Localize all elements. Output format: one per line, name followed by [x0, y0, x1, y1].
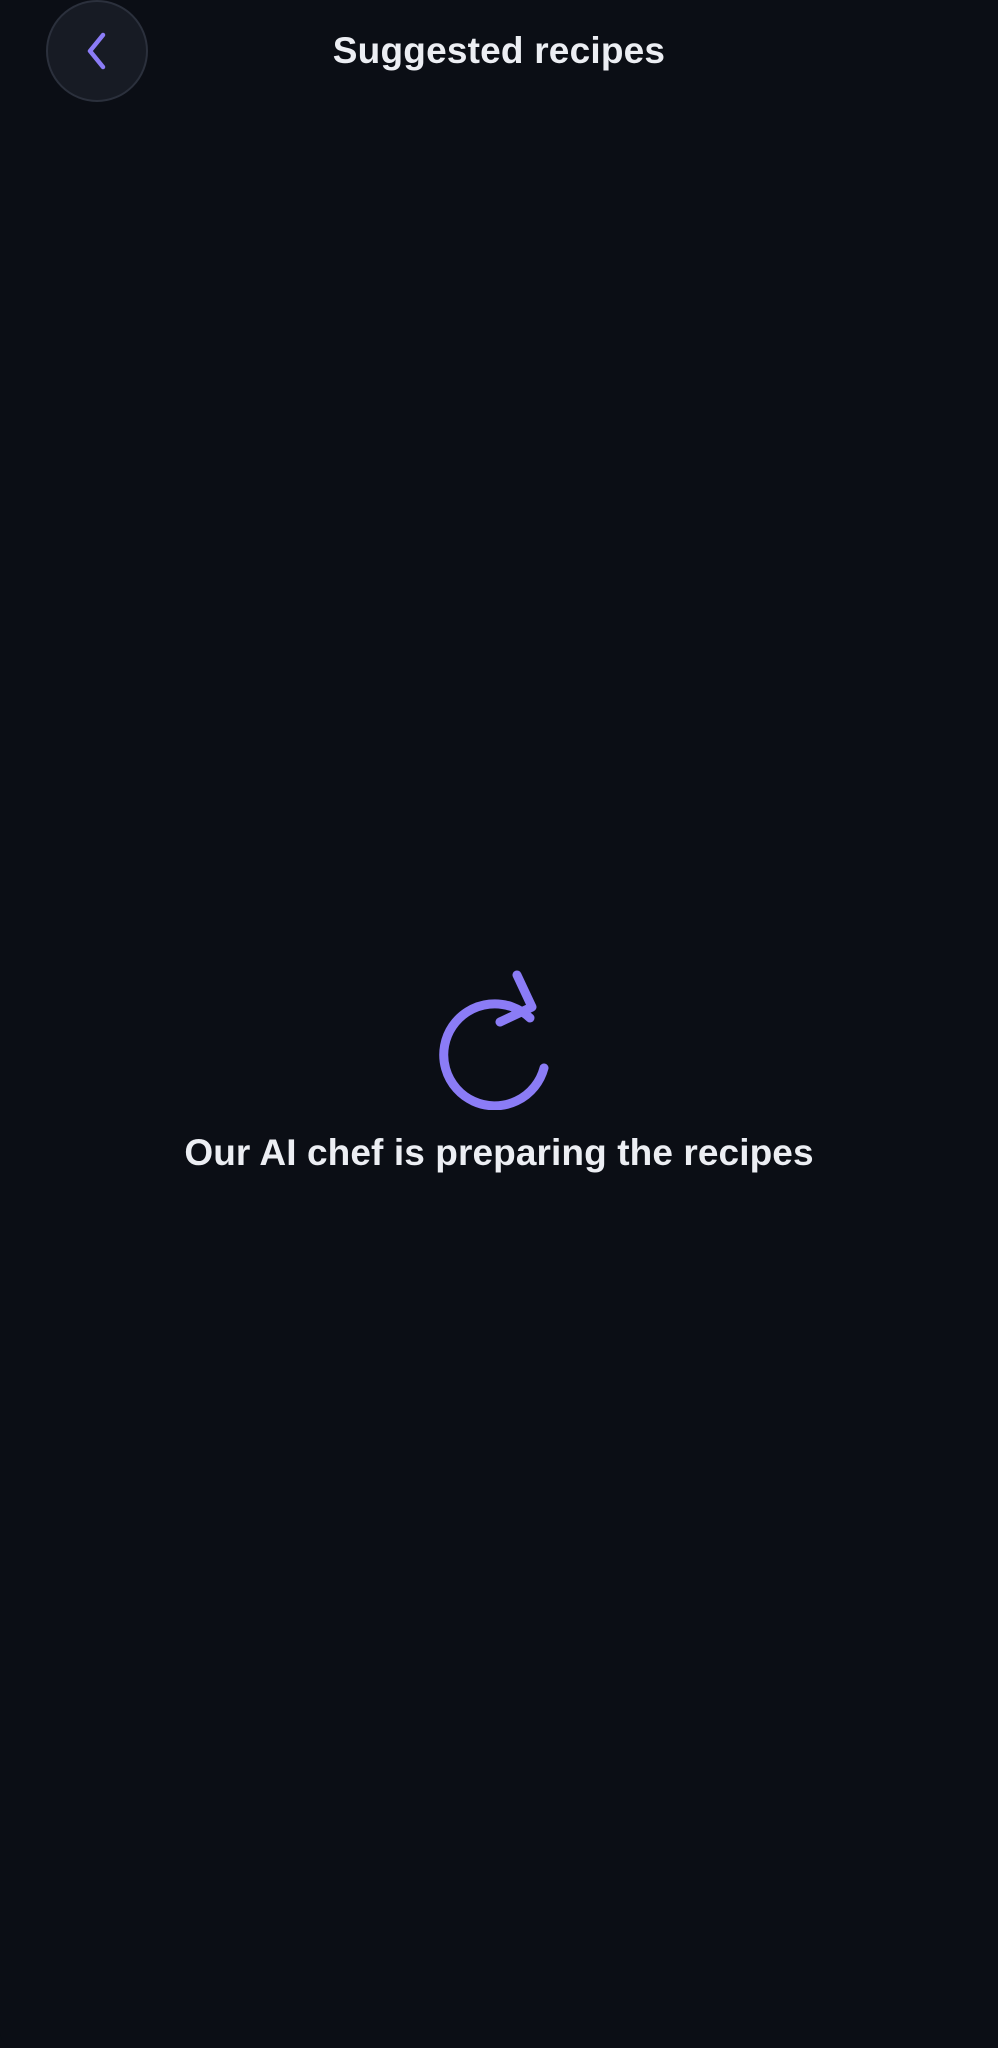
page-title: Suggested recipes — [332, 30, 666, 71]
header-bar: Suggested recipes — [0, 0, 998, 104]
loading-state: Our AI chef is preparing the recipes — [0, 960, 998, 1176]
suggested-recipes-screen: Suggested recipes Our AI chef is prepari… — [0, 0, 998, 2048]
loading-message: Our AI chef is preparing the recipes — [184, 1132, 814, 1173]
refresh-icon — [0, 960, 998, 1110]
